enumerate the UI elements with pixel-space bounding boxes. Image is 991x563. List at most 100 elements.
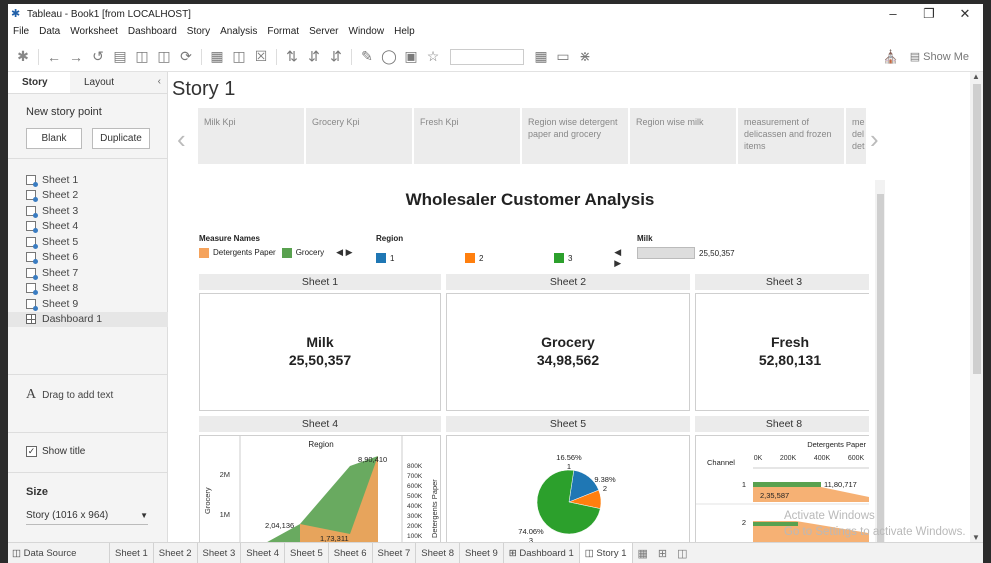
replay-icon[interactable]: ↺ [87,48,109,65]
sidebar-item-dashboard-1[interactable]: Dashboard 1 [8,311,168,327]
sidebar-item-sheet-2[interactable]: Sheet 2 [8,188,168,204]
menu-help[interactable]: Help [389,24,420,40]
sidebar-item-sheet-1[interactable]: Sheet 1 [8,172,168,188]
drag-to-add-text[interactable]: A Drag to add text [26,387,113,403]
tab-sheet-1[interactable]: Sheet 1 [110,542,154,563]
legend-item-region-2[interactable]: 2 [464,253,548,263]
sort-descending-icon[interactable]: ⇵ [325,48,347,65]
sidebar-item-sheet-4[interactable]: Sheet 4 [8,219,168,235]
menu-file[interactable]: File [8,24,34,40]
tab-data-source[interactable]: ◫ Data Source [8,542,110,563]
milk-kpi-card[interactable]: Milk 25,50,357 [199,293,441,411]
legend-item-detergents-paper[interactable]: Detergents Paper [199,247,276,258]
tab-sheet-5[interactable]: Sheet 5 [285,542,329,563]
previous-story-point-icon[interactable]: ‹ [177,124,186,155]
menu-story[interactable]: Story [182,24,215,40]
labels-icon[interactable]: ▣ [400,48,422,65]
legend-item-region-1[interactable]: 1 [376,253,459,263]
sidebar-item-sheet-7[interactable]: Sheet 7 [8,265,168,281]
tab-dashboard-1[interactable]: ⊞ Dashboard 1 [504,542,580,563]
menu-server[interactable]: Server [304,24,343,40]
tab-sheet-8[interactable]: Sheet 8 [416,542,460,563]
tab-layout[interactable]: Layout [70,72,132,93]
story-point-4[interactable]: Region wise detergent paper and grocery [522,108,628,164]
sort-ascending-icon[interactable]: ⇵ [303,48,325,65]
redo-icon[interactable]: → [65,49,87,65]
group-icon[interactable]: ◯ [378,48,400,65]
pin-panel-icon[interactable]: ⛪ [883,49,899,65]
tab-sheet-7[interactable]: Sheet 7 [373,542,417,563]
swap-icon[interactable]: ⇅ [281,48,303,65]
story-point-6[interactable]: measurement of delicassen and frozen ite… [738,108,844,164]
story-point-5[interactable]: Region wise milk [630,108,736,164]
highlight-icon[interactable]: ✎ [356,48,378,65]
scroll-down-icon[interactable]: ▼ [972,533,980,542]
clear-sheet-icon[interactable]: ☒ [250,48,272,65]
sheet-label: Sheet 7 [42,266,79,279]
show-title-option[interactable]: ✓ Show title [26,446,85,457]
sidebar-item-sheet-3[interactable]: Sheet 3 [8,203,168,219]
tab-story-1[interactable]: ◫ Story 1 [579,542,633,563]
fit-dropdown[interactable] [450,48,524,65]
fresh-kpi-card[interactable]: Fresh 52,80,131 [695,293,869,411]
scrollbar-thumb[interactable] [877,194,884,542]
menu-dashboard[interactable]: Dashboard [123,24,182,40]
pie-label-2-percent: 9.38% [594,475,616,484]
menu-window[interactable]: Window [344,24,390,40]
share-icon[interactable]: ⋇ [574,48,596,65]
sidebar-item-sheet-5[interactable]: Sheet 5 [8,234,168,250]
menu-data[interactable]: Data [34,24,65,40]
blank-button[interactable]: Blank [26,128,82,149]
tab-sheet-4[interactable]: Sheet 4 [241,542,285,563]
tab-sheet-3[interactable]: Sheet 3 [198,542,242,563]
legend-item-grocery[interactable]: Grocery [281,247,324,258]
window-scrollbar[interactable]: ▲ ▼ [970,72,983,542]
show-me-button[interactable]: ▤ Show Me [910,50,969,63]
size-dropdown[interactable]: Story (1016 x 964) ▼ [26,510,148,525]
new-data-source-icon[interactable]: ◫ [131,48,153,65]
undo-icon[interactable]: ← [43,49,65,65]
duplicate-button[interactable]: Duplicate [92,128,150,149]
new-worksheet-icon[interactable]: ▦ [206,48,228,65]
close-button[interactable]: ✕ [947,4,983,24]
sidebar-item-sheet-9[interactable]: Sheet 9 [8,296,168,312]
tab-sheet-2[interactable]: Sheet 2 [154,542,198,563]
tab-sheet-6[interactable]: Sheet 6 [329,542,373,563]
story-point-1[interactable]: Milk Kpi [198,108,304,164]
new-dashboard-icon[interactable]: ⊞ [653,547,672,560]
show-cards-icon[interactable]: ▦ [530,48,552,65]
legend-scroll-arrows-icon[interactable]: ◀ ▶ [336,247,352,258]
maximize-button[interactable]: ❐ [911,4,947,24]
show-title-checkbox[interactable]: ✓ [26,446,37,457]
region-pie-chart[interactable]: 16.56% 1 9.38% 2 74.06% 3 [446,435,690,542]
story-point-3[interactable]: Fresh Kpi [414,108,520,164]
scrollbar-thumb[interactable] [973,84,981,374]
presentation-icon[interactable]: ▭ [552,48,574,65]
next-story-point-icon[interactable]: › [870,124,879,155]
new-story-icon[interactable]: ◫ [672,547,692,560]
story-point-2[interactable]: Grocery Kpi [306,108,412,164]
scroll-up-icon[interactable]: ▲ [972,72,980,81]
new-worksheet-icon[interactable]: ▦ [633,547,653,560]
collapse-sidebar-icon[interactable]: ‹ [152,72,167,93]
region-area-chart[interactable]: Region 2M 1M Grocery Detergents Paper 80… [199,435,441,542]
legend-scroll-arrows-icon[interactable]: ◀ ▶ [614,247,630,269]
sidebar-item-sheet-8[interactable]: Sheet 8 [8,281,168,297]
menu-worksheet[interactable]: Worksheet [65,24,123,40]
menu-analysis[interactable]: Analysis [215,24,262,40]
save-icon[interactable]: ▤ [109,48,131,65]
sidebar-item-sheet-6[interactable]: Sheet 6 [8,250,168,266]
pause-updates-icon[interactable]: ◫ [153,48,175,65]
tab-sheet-9[interactable]: Sheet 9 [460,542,504,563]
dashboard-scrollbar[interactable] [875,180,885,542]
menu-format[interactable]: Format [262,24,304,40]
pin-icon[interactable]: ☆ [422,48,444,65]
grocery-kpi-card[interactable]: Grocery 34,98,562 [446,293,690,411]
duplicate-sheet-icon[interactable]: ◫ [228,48,250,65]
story-point-7[interactable]: me del det [846,108,866,164]
legend-item-region-3[interactable]: 3 [553,253,602,263]
tab-story[interactable]: Story [8,72,70,93]
minimize-button[interactable]: – [875,4,911,24]
tableau-home-icon[interactable]: ✱ [12,48,34,65]
refresh-icon[interactable]: ⟳ [175,48,197,65]
